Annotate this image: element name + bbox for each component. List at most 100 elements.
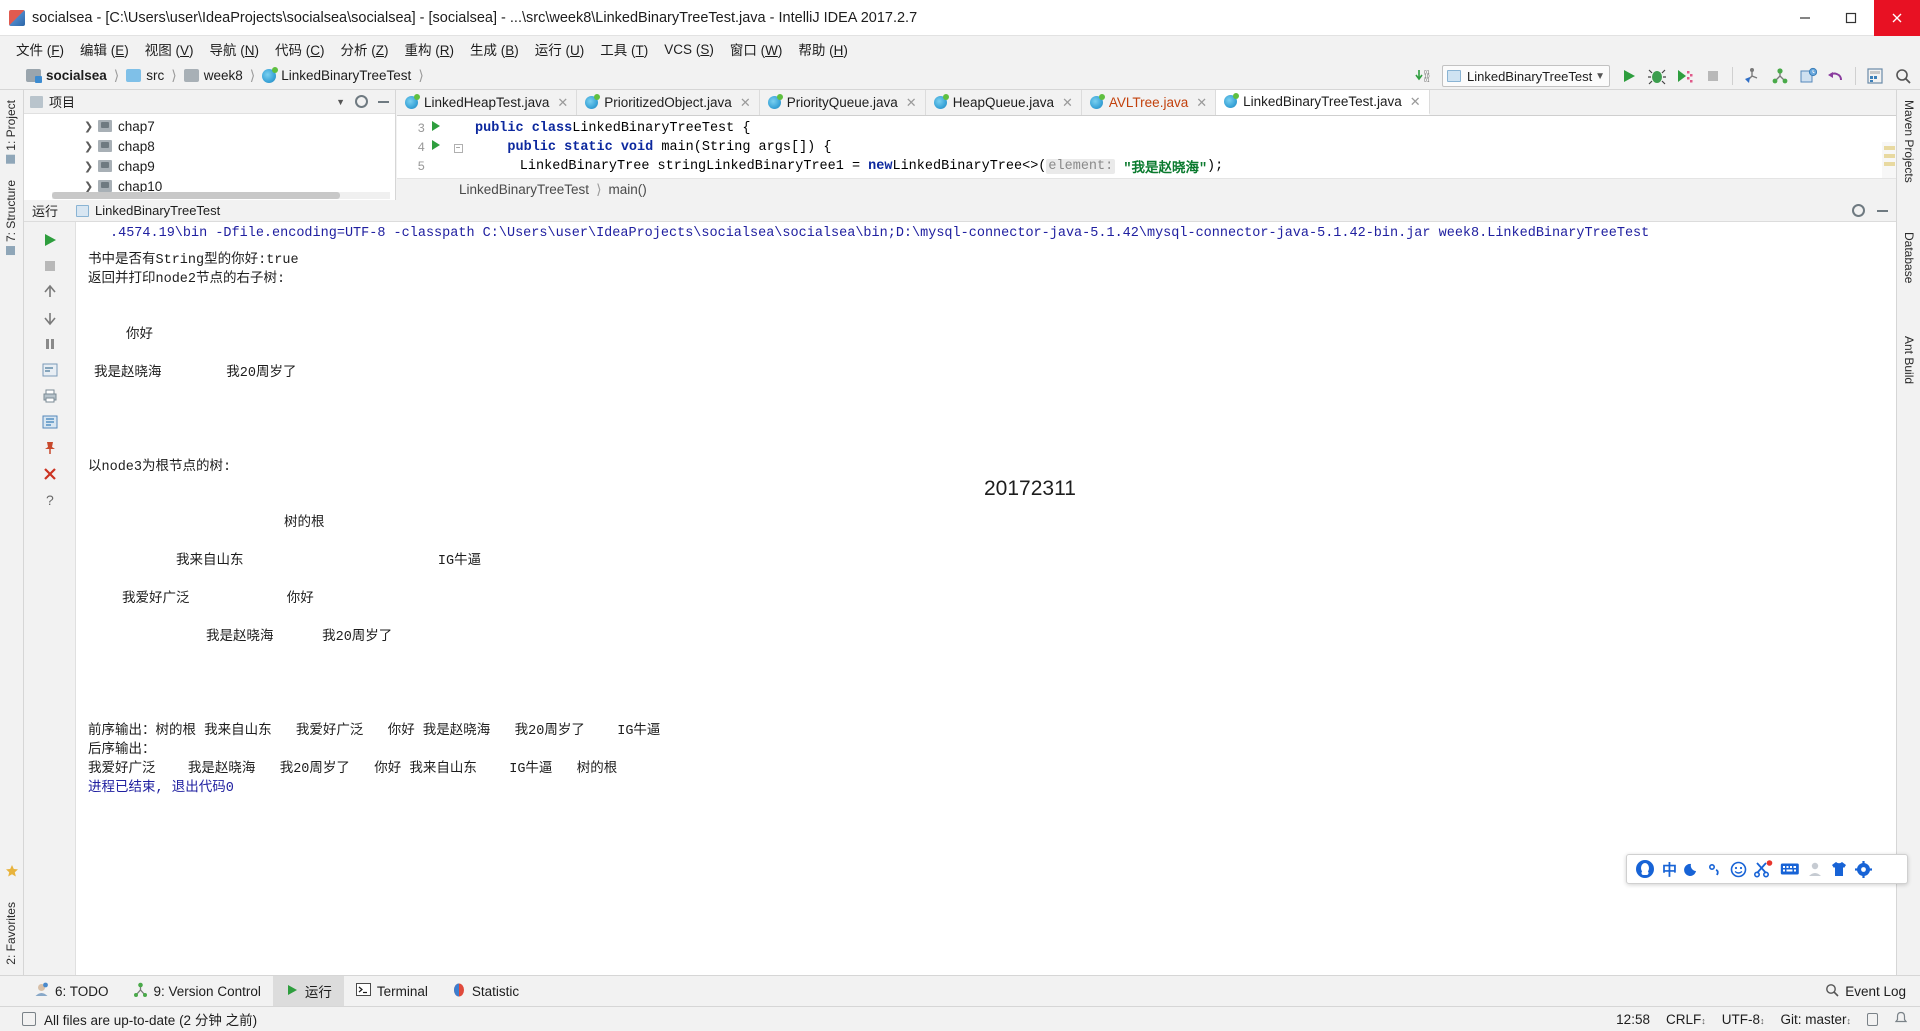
status-line-separator[interactable]: CRLF↕ — [1666, 1012, 1706, 1027]
scissors-icon[interactable] — [1754, 860, 1773, 878]
degree-comma-icon[interactable] — [1707, 861, 1723, 877]
sidebar-item-ant-build[interactable]: Ant Build — [1900, 332, 1918, 388]
menu-build[interactable]: 生成 (B) — [462, 36, 527, 62]
stop-button[interactable] — [37, 254, 63, 278]
editor-scrollbar[interactable] — [1882, 142, 1896, 178]
code-editor[interactable]: 3 public class LinkedBinaryTreeTest { 4 … — [397, 116, 1896, 200]
rerun-button[interactable] — [37, 228, 63, 252]
question-mark-icon[interactable]: ? — [37, 488, 63, 512]
close-icon[interactable]: ✕ — [1196, 95, 1207, 111]
pause-button[interactable] — [37, 332, 63, 356]
debug-button[interactable] — [1644, 64, 1670, 88]
tree-item-chap9[interactable]: ❯ chap9 — [24, 156, 395, 176]
notification-icon[interactable] — [1894, 1011, 1908, 1028]
tab-prioritizedobject[interactable]: PrioritizedObject.java ✕ — [577, 90, 760, 115]
sidebar-item-favorites[interactable]: 2: Favorites — [2, 898, 20, 969]
bottom-tab-version-control[interactable]: 9: Version Control — [121, 977, 273, 1005]
pin-icon[interactable] — [37, 436, 63, 460]
download-arrow-icon[interactable]: 01 10 01 — [1410, 64, 1436, 88]
run-window-config-tab[interactable]: LinkedBinaryTreeTest — [68, 203, 228, 218]
tab-linkedheaptest[interactable]: LinkedHeapTest.java ✕ — [397, 90, 578, 115]
menu-file[interactable]: 文件 (F) — [8, 36, 72, 62]
close-x-icon[interactable] — [37, 462, 63, 486]
context-method[interactable]: main() — [609, 182, 647, 197]
menu-run[interactable]: 运行 (U) — [527, 36, 593, 62]
scroll-end-button[interactable] — [37, 410, 63, 434]
menu-view[interactable]: 视图 (V) — [137, 36, 202, 62]
ime-floating-toolbar[interactable]: 中 — [1626, 854, 1908, 884]
menu-window[interactable]: 窗口 (W) — [722, 36, 791, 62]
menu-navigate[interactable]: 导航 (N) — [202, 36, 268, 62]
tree-item-chap7[interactable]: ❯ chap7 — [24, 116, 395, 136]
tab-priorityqueue[interactable]: PriorityQueue.java ✕ — [759, 90, 926, 115]
menu-tools[interactable]: 工具 (T) — [592, 36, 656, 62]
project-horizontal-scrollbar[interactable] — [52, 192, 390, 199]
close-button[interactable] — [1874, 0, 1920, 36]
chinese-mode-icon[interactable]: 中 — [1662, 859, 1677, 880]
sidebar-item-maven[interactable]: Maven Projects — [1900, 96, 1918, 187]
run-configuration-selector[interactable]: LinkedBinaryTreeTest ▼ — [1442, 65, 1610, 87]
hide-panel-icon[interactable] — [1877, 209, 1888, 212]
run-button[interactable] — [1616, 64, 1642, 88]
tab-linkedbinarytreetest[interactable]: LinkedBinaryTreeTest.java ✕ — [1216, 90, 1430, 115]
menu-vcs[interactable]: VCS (S) — [656, 39, 722, 60]
console-output[interactable]: .4574.19\bin -Dfile.encoding=UTF-8 -clas… — [76, 222, 1896, 975]
vcs-commit-icon[interactable] — [1767, 64, 1793, 88]
close-icon[interactable]: ✕ — [906, 95, 917, 111]
user-icon[interactable] — [1807, 861, 1823, 877]
hide-panel-icon[interactable] — [378, 100, 389, 103]
sidebar-item-project[interactable]: 1: Project — [2, 96, 20, 168]
menu-edit[interactable]: 编辑 (E) — [72, 36, 137, 62]
soft-wrap-button[interactable] — [37, 358, 63, 382]
tab-avltree[interactable]: AVLTree.java ✕ — [1081, 90, 1217, 115]
menu-analyze[interactable]: 分析 (Z) — [333, 36, 397, 62]
scroll-up-button[interactable] — [37, 280, 63, 304]
breadcrumb-item-module[interactable]: socialsea — [46, 68, 107, 83]
close-icon[interactable]: ✕ — [1410, 94, 1421, 110]
stop-button[interactable] — [1700, 64, 1726, 88]
printer-icon[interactable] — [37, 384, 63, 408]
menu-refactor[interactable]: 重构 (R) — [397, 36, 463, 62]
maximize-button[interactable] — [1828, 0, 1874, 36]
sogou-logo-icon[interactable] — [1635, 859, 1655, 879]
bottom-tab-terminal[interactable]: Terminal — [344, 978, 440, 1004]
breadcrumb-item-class[interactable]: LinkedBinaryTreeTest — [281, 68, 411, 83]
run-gutter-icon[interactable] — [425, 121, 447, 136]
vcs-history-icon[interactable] — [1795, 64, 1821, 88]
lock-icon[interactable] — [1867, 1012, 1878, 1026]
status-branch[interactable]: Git: master↕ — [1780, 1012, 1851, 1027]
undo-arrow-icon[interactable] — [1823, 64, 1849, 88]
close-icon[interactable]: ✕ — [1062, 95, 1073, 111]
run-with-coverage-button[interactable] — [1672, 64, 1698, 88]
tree-item-chap8[interactable]: ❯ chap8 — [24, 136, 395, 156]
bottom-tab-run[interactable]: 运行 — [272, 976, 344, 1006]
close-icon[interactable]: ✕ — [557, 95, 568, 111]
breadcrumb-item-week8[interactable]: week8 — [204, 68, 243, 83]
breadcrumb-item-src[interactable]: src — [146, 68, 164, 83]
scroll-down-button[interactable] — [37, 306, 63, 330]
context-class[interactable]: LinkedBinaryTreeTest — [459, 182, 589, 197]
menu-code[interactable]: 代码 (C) — [267, 36, 333, 62]
fold-icon[interactable]: − — [447, 140, 469, 155]
sidebar-item-database[interactable]: Database — [1900, 228, 1918, 287]
settings-gear-icon[interactable] — [1855, 860, 1873, 878]
bottom-tab-statistic[interactable]: Statistic — [440, 978, 531, 1005]
emoji-icon[interactable] — [1730, 861, 1747, 878]
tshirt-icon[interactable] — [1830, 861, 1848, 877]
bottom-tab-todo[interactable]: 6: TODO — [22, 977, 121, 1005]
target-icon[interactable] — [1862, 64, 1888, 88]
minimize-button[interactable] — [1782, 0, 1828, 36]
vcs-update-icon[interactable] — [1739, 64, 1765, 88]
run-gutter-icon[interactable] — [425, 140, 447, 155]
chevron-down-icon[interactable]: ▼ — [336, 97, 345, 107]
gear-icon[interactable] — [355, 95, 368, 108]
event-log-button[interactable]: Event Log — [1825, 983, 1920, 1000]
gear-icon[interactable] — [1852, 204, 1865, 217]
close-icon[interactable]: ✕ — [740, 95, 751, 111]
moon-icon[interactable] — [1684, 861, 1700, 877]
tab-heapqueue[interactable]: HeapQueue.java ✕ — [925, 90, 1082, 115]
sidebar-item-structure[interactable]: 7: Structure — [2, 176, 20, 259]
status-encoding[interactable]: UTF-8↕ — [1722, 1012, 1765, 1027]
keyboard-icon[interactable] — [1780, 862, 1800, 876]
menu-help[interactable]: 帮助 (H) — [790, 36, 856, 62]
